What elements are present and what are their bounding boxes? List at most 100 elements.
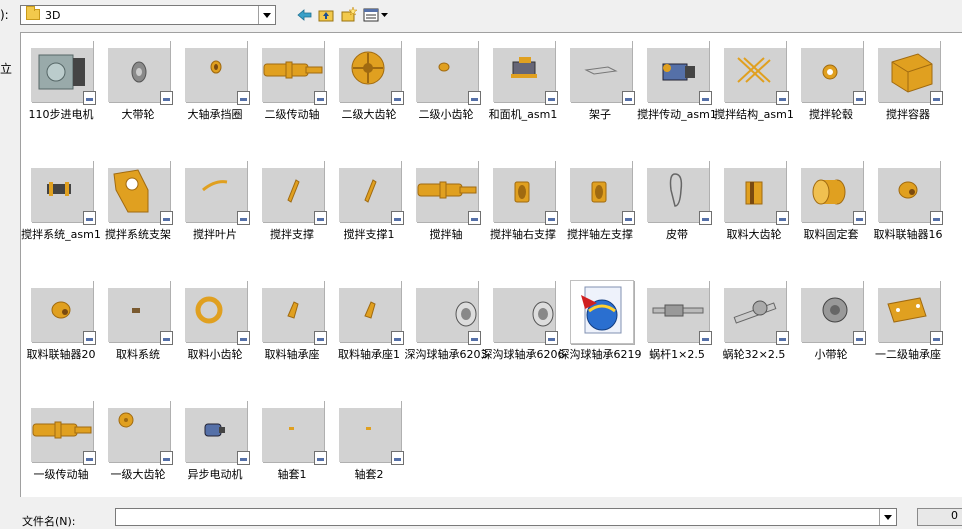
file-thumbnail[interactable] (493, 280, 558, 345)
file-thumbnail[interactable] (339, 160, 404, 225)
look-in-value: 3D (45, 9, 61, 22)
file-thumbnail[interactable] (801, 280, 866, 345)
file-thumbnail[interactable] (724, 280, 789, 345)
file-item[interactable]: 和面机_asm1 (484, 33, 562, 148)
file-thumbnail[interactable] (724, 160, 789, 225)
file-type-badge-icon (699, 331, 712, 345)
file-item[interactable]: 搅拌容器 (869, 33, 947, 148)
look-in-combo[interactable]: 3D (20, 5, 276, 25)
file-type-badge-icon (237, 331, 250, 345)
file-thumbnail[interactable] (185, 40, 250, 105)
file-thumbnail[interactable] (262, 400, 327, 465)
file-item[interactable]: 搅拌传动_asm1 (637, 33, 717, 148)
new-folder-icon[interactable] (340, 6, 358, 24)
file-thumbnail[interactable] (493, 160, 558, 225)
file-item[interactable]: 轴套2 (330, 393, 408, 508)
file-thumbnail[interactable] (647, 160, 712, 225)
file-thumbnail[interactable] (416, 160, 481, 225)
file-thumbnail[interactable] (724, 40, 789, 105)
file-thumbnail[interactable] (108, 400, 173, 465)
file-item[interactable]: 搅拌轮毂 (792, 33, 870, 148)
file-item[interactable]: 取料大齿轮 (715, 153, 793, 268)
file-item[interactable]: 搅拌轴 (407, 153, 485, 268)
file-thumbnail[interactable] (878, 160, 943, 225)
file-item[interactable]: 110步进电机 (22, 33, 100, 148)
file-thumbnail[interactable] (339, 400, 404, 465)
file-item[interactable]: 搅拌系统支架 (99, 153, 177, 268)
file-item[interactable]: 二级大齿轮 (330, 33, 408, 148)
back-icon[interactable] (296, 6, 314, 24)
file-item[interactable]: 搅拌支撑 (253, 153, 331, 268)
file-item[interactable]: 取料联轴器20 (22, 273, 100, 388)
file-item[interactable]: 搅拌支撑1 (330, 153, 408, 268)
file-item[interactable]: 深沟球轴承6219 (559, 273, 642, 388)
file-thumbnail[interactable] (262, 280, 327, 345)
file-item[interactable]: 大轴承挡圈 (176, 33, 254, 148)
file-type-badge-icon (314, 91, 327, 105)
file-thumbnail[interactable] (570, 160, 635, 225)
file-item[interactable]: 取料系统 (99, 273, 177, 388)
file-item[interactable]: 取料轴承座 (253, 273, 331, 388)
file-thumbnail[interactable] (339, 40, 404, 105)
file-item[interactable]: 蜗杆1×2.5 (638, 273, 716, 388)
chevron-down-icon[interactable] (879, 509, 896, 525)
up-folder-icon[interactable] (317, 6, 335, 24)
file-thumbnail[interactable] (108, 280, 173, 345)
file-thumbnail[interactable] (570, 40, 635, 105)
file-item[interactable]: 取料小齿轮 (176, 273, 254, 388)
filename-input[interactable] (115, 508, 897, 526)
open-button[interactable]: 0 (917, 508, 962, 526)
file-item[interactable]: 搅拌结构_asm1 (714, 33, 794, 148)
file-thumbnail[interactable] (878, 40, 943, 105)
file-item[interactable]: 搅拌叶片 (176, 153, 254, 268)
file-item[interactable]: 深沟球轴承6206 (482, 273, 565, 388)
file-thumbnail[interactable] (262, 160, 327, 225)
file-thumbnail[interactable] (31, 40, 96, 105)
file-type-badge-icon (622, 91, 635, 105)
file-thumbnail[interactable] (647, 280, 712, 345)
file-list-pane[interactable]: 110步进电机 大带轮 大轴承挡圈 二级传动轴 二级大齿轮 二级小齿轮 和面机_asm1 架子… (20, 32, 962, 497)
file-item[interactable]: 一级传动轴 (22, 393, 100, 508)
view-menu-icon[interactable] (363, 6, 389, 24)
file-thumbnail[interactable] (31, 160, 96, 225)
file-thumbnail[interactable] (185, 280, 250, 345)
file-item[interactable]: 异步电动机 (176, 393, 254, 508)
file-item[interactable]: 一二级轴承座 (869, 273, 947, 388)
file-type-badge-icon (468, 91, 481, 105)
file-item[interactable]: 搅拌系统_asm1 (21, 153, 101, 268)
file-type-badge-icon (314, 451, 327, 465)
file-thumbnail[interactable] (416, 40, 481, 105)
file-item[interactable]: 搅拌轴右支撑 (484, 153, 562, 268)
file-thumbnail[interactable] (108, 40, 173, 105)
file-item[interactable]: 搅拌轴左支撑 (561, 153, 639, 268)
chevron-down-icon[interactable] (258, 6, 275, 24)
file-thumbnail[interactable] (262, 40, 327, 105)
file-item[interactable]: 小带轮 (792, 273, 870, 388)
file-thumbnail[interactable] (108, 160, 173, 225)
file-item[interactable]: 二级传动轴 (253, 33, 331, 148)
file-thumbnail[interactable] (647, 40, 712, 105)
file-item[interactable]: 一级大齿轮 (99, 393, 177, 508)
file-thumbnail[interactable] (801, 40, 866, 105)
file-item[interactable]: 大带轮 (99, 33, 177, 148)
file-thumbnail[interactable] (416, 280, 481, 345)
file-thumbnail[interactable] (801, 160, 866, 225)
file-item[interactable]: 取料轴承座1 (330, 273, 408, 388)
file-item[interactable]: 架子 (561, 33, 639, 148)
file-thumbnail[interactable] (493, 40, 558, 105)
file-thumbnail[interactable] (31, 280, 96, 345)
file-thumbnail[interactable] (339, 280, 404, 345)
file-thumbnail[interactable] (185, 400, 250, 465)
file-thumbnail[interactable] (31, 400, 96, 465)
file-item[interactable]: 皮带 (638, 153, 716, 268)
file-thumbnail[interactable] (570, 280, 634, 344)
file-item[interactable]: 蜗轮32×2.5 (715, 273, 793, 388)
app-file-icon (581, 286, 622, 334)
file-item[interactable]: 取料固定套 (792, 153, 870, 268)
file-item[interactable]: 二级小齿轮 (407, 33, 485, 148)
file-thumbnail[interactable] (878, 280, 943, 345)
file-item[interactable]: 轴套1 (253, 393, 331, 508)
file-item[interactable]: 取料联轴器16 (869, 153, 947, 268)
file-thumbnail[interactable] (185, 160, 250, 225)
file-item[interactable]: 深沟球轴承6203 (405, 273, 488, 388)
